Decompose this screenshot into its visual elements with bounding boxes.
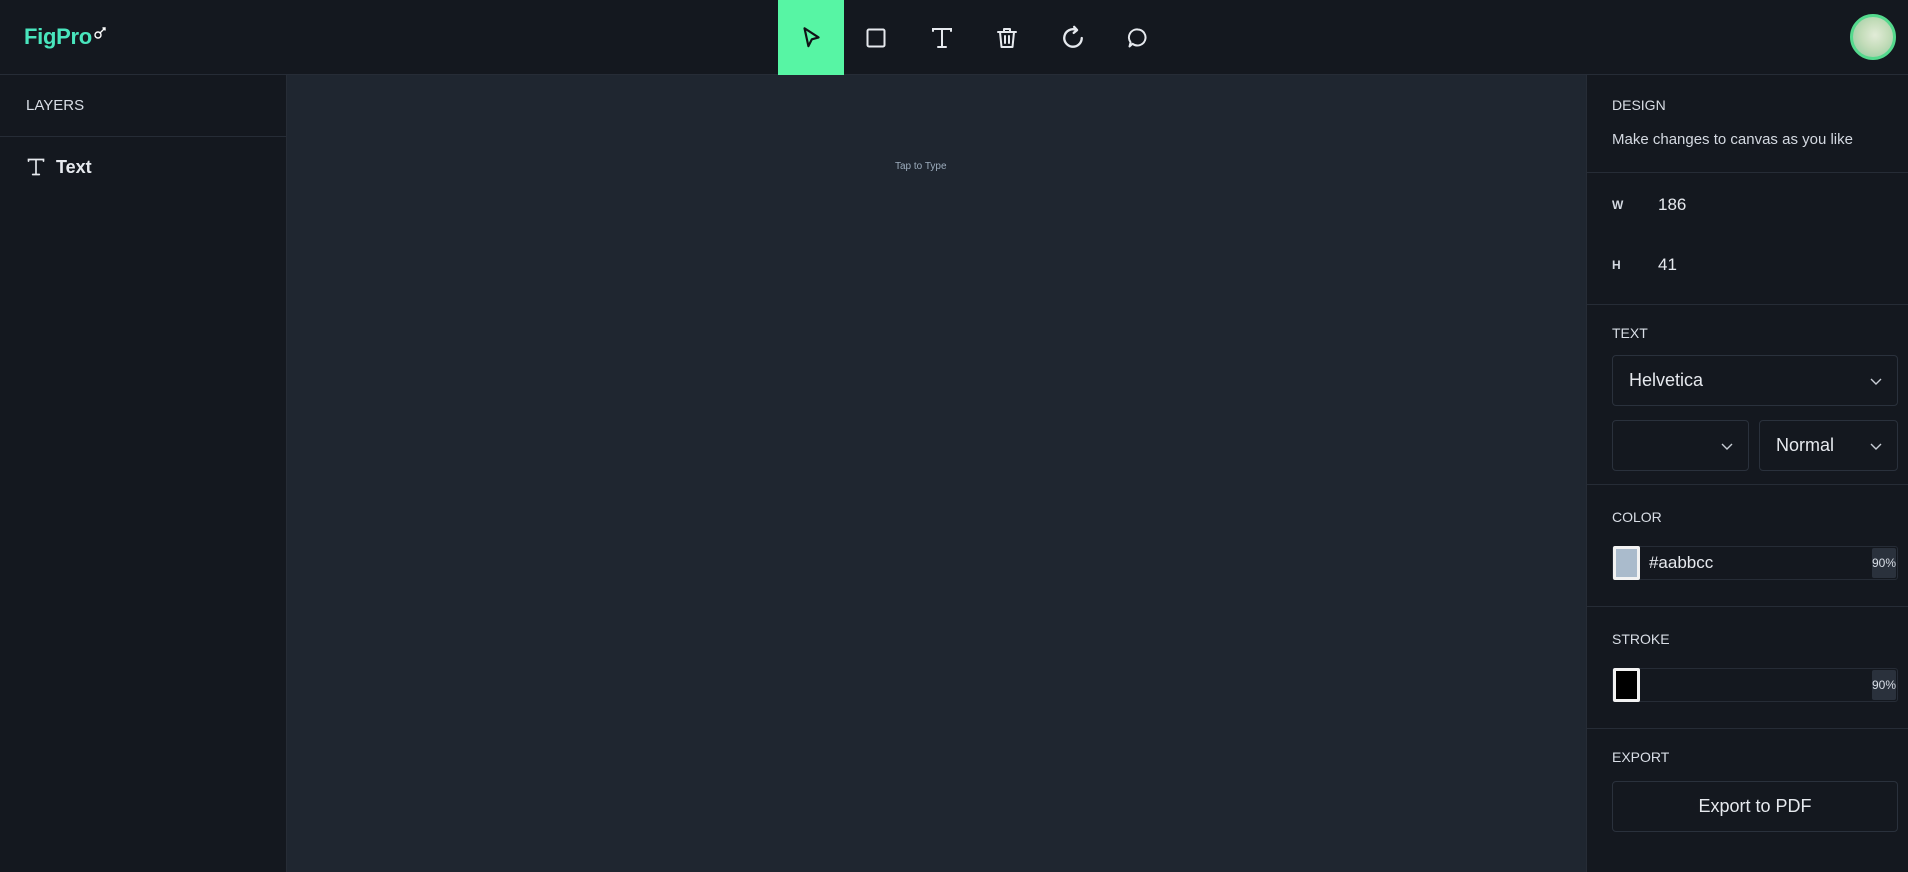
stroke-color-chip [1616, 671, 1637, 699]
stroke-title: STROKE [1612, 631, 1670, 647]
stroke-color-hex-input[interactable] [1639, 669, 1872, 701]
app-logo[interactable]: FigPro [24, 22, 107, 52]
font-family-select[interactable]: Helvetica [1612, 355, 1898, 406]
top-bar: FigPro [0, 0, 1908, 75]
chevron-down-icon [1721, 443, 1733, 450]
toolbar [778, 0, 1171, 75]
layer-item-text[interactable]: Text [0, 137, 286, 197]
font-size-select[interactable] [1612, 420, 1749, 471]
reset-tool-button[interactable] [1040, 0, 1106, 75]
fill-color-row: 90% [1612, 546, 1898, 580]
layer-item-label: Text [56, 156, 92, 177]
fill-color-hex-input[interactable] [1639, 547, 1872, 579]
layers-title: LAYERS [0, 75, 286, 137]
height-input[interactable] [1634, 251, 1834, 279]
width-label: W [1612, 198, 1624, 212]
text-icon [931, 27, 952, 48]
text-icon [27, 158, 45, 176]
export-title: EXPORT [1612, 749, 1670, 765]
design-sidebar: DESIGN Make changes to canvas as you lik… [1586, 75, 1908, 872]
chevron-down-icon [1870, 443, 1882, 450]
fill-color-swatch[interactable] [1613, 546, 1640, 580]
square-icon [866, 28, 886, 47]
design-subtitle: Make changes to canvas as you like [1612, 131, 1853, 148]
rectangle-tool-button[interactable] [844, 0, 910, 75]
height-label: H [1612, 258, 1621, 272]
text-tool-button[interactable] [909, 0, 975, 75]
comment-icon [1128, 27, 1147, 47]
design-title: DESIGN [1612, 97, 1666, 113]
comments-tool-button[interactable] [1106, 0, 1172, 75]
color-section: COLOR 90% [1587, 485, 1908, 607]
design-section: DESIGN Make changes to canvas as you lik… [1587, 75, 1908, 173]
font-weight-select[interactable]: Normal [1759, 420, 1898, 471]
canvas[interactable]: Tap to Type [287, 75, 1586, 872]
text-title: TEXT [1612, 325, 1648, 341]
select-tool-button[interactable] [778, 0, 844, 75]
layers-sidebar: LAYERS Text [0, 75, 287, 872]
export-pdf-button[interactable]: Export to PDF [1612, 781, 1898, 832]
width-input[interactable] [1634, 191, 1834, 219]
user-avatar[interactable] [1850, 14, 1896, 60]
stroke-section: STROKE 90% [1587, 607, 1908, 729]
stroke-opacity[interactable]: 90% [1871, 670, 1896, 700]
chevron-down-icon [1870, 378, 1882, 385]
canvas-text-object[interactable]: Tap to Type [895, 161, 947, 172]
logo-text: FigPro [24, 24, 92, 49]
stroke-color-swatch[interactable] [1613, 668, 1640, 702]
text-section: TEXT Helvetica Normal [1587, 305, 1908, 485]
width-row: W [1612, 191, 1834, 219]
font-family-value: Helvetica [1629, 370, 1704, 390]
trash-icon [997, 27, 1018, 48]
stroke-color-row: 90% [1612, 668, 1898, 702]
export-section: EXPORT Export to PDF [1587, 729, 1908, 869]
font-weight-value: Normal [1776, 435, 1835, 455]
fill-color-chip [1616, 549, 1637, 577]
refresh-icon [1062, 25, 1083, 48]
pen-nib-icon [93, 20, 107, 46]
delete-tool-button[interactable] [975, 0, 1041, 75]
height-row: H [1612, 251, 1834, 279]
cursor-icon [803, 26, 820, 47]
color-title: COLOR [1612, 509, 1662, 525]
fill-opacity[interactable]: 90% [1871, 548, 1896, 578]
dimensions-section: W H [1587, 173, 1908, 305]
